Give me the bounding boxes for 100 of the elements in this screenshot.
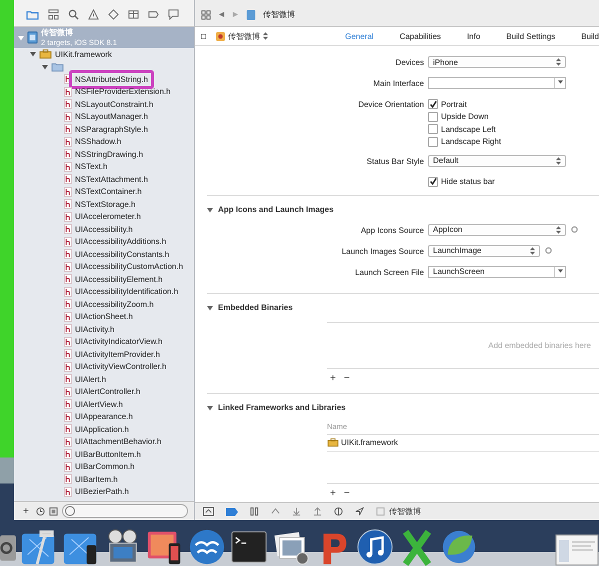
tag-icon[interactable] [148, 9, 159, 20]
file-name[interactable]: UIActivityViewController.h [75, 362, 166, 372]
file-name[interactable]: UIAlertView.h [75, 400, 123, 409]
file-name[interactable]: UIAccessibilityZoom.h [75, 300, 154, 309]
target-selector[interactable]: 传智微博 [216, 30, 268, 42]
remove-button[interactable]: − [340, 488, 353, 499]
popup-menu[interactable]: Default [428, 154, 566, 166]
location-arrow-icon[interactable] [355, 507, 364, 516]
grid-icon[interactable] [128, 9, 139, 20]
remove-button[interactable]: − [340, 373, 353, 384]
square-icon[interactable] [48, 506, 58, 516]
file-name[interactable]: NSShadow.h [75, 137, 122, 146]
tab[interactable]: Build Settings [506, 32, 556, 40]
file-name[interactable]: NSTextAttachment.h [75, 174, 148, 184]
filter-field[interactable] [62, 504, 188, 518]
search-icon[interactable] [68, 9, 79, 20]
file-name[interactable]: UIAlert.h [75, 374, 106, 384]
up-down-arrows-icon [556, 58, 561, 66]
file-name[interactable]: NSLayoutManager.h [75, 112, 148, 122]
file-name[interactable]: UIAccelerometer.h [75, 212, 141, 222]
section-title: Embedded Binaries [218, 303, 293, 312]
breadcrumb[interactable]: 传智微博 [263, 9, 295, 20]
file-name[interactable]: UIAccessibilityConstants.h [75, 250, 170, 259]
file-name[interactable]: NSAttributedString.h [75, 74, 148, 84]
file-name[interactable]: NSTextContainer.h [75, 187, 142, 196]
checkbox[interactable] [428, 99, 438, 109]
file-name[interactable]: UIApplication.h [75, 424, 129, 434]
tab[interactable]: Capabilities [400, 32, 441, 40]
diamond-icon[interactable] [108, 9, 119, 20]
file-name[interactable]: UIActivityItemProvider.h [75, 350, 160, 359]
add-button[interactable]: + [20, 506, 32, 516]
checkbox[interactable] [428, 124, 438, 134]
file-name[interactable]: UIAppearance.h [75, 412, 133, 422]
checkbox[interactable] [428, 112, 438, 122]
tab[interactable]: Info [466, 32, 480, 40]
breakpoint-icon[interactable] [226, 508, 238, 516]
header-file-icon [64, 286, 72, 297]
file-name[interactable]: UIAttachmentBehavior.h [75, 437, 162, 446]
seagull-icon[interactable] [188, 528, 226, 566]
field-label: App Icons Source [360, 226, 424, 234]
folder-icon[interactable] [26, 10, 39, 20]
file-name[interactable]: UIActivityIndicatorView.h [75, 337, 162, 346]
add-button[interactable]: + [327, 373, 339, 384]
file-name[interactable]: NSText.h [75, 162, 108, 172]
header-file-icon [64, 86, 72, 97]
header-file-icon [64, 462, 72, 472]
file-name[interactable]: NSLayoutConstraint.h [75, 100, 154, 109]
step-in-icon[interactable] [292, 507, 301, 516]
tab[interactable]: General [345, 32, 374, 40]
pause-icon[interactable] [250, 507, 259, 516]
file-name[interactable]: UIAccessibilityIdentification.h [75, 287, 178, 296]
back-arrow-icon[interactable] [218, 11, 225, 18]
disclosure-triangle[interactable] [207, 206, 213, 212]
file-name[interactable]: UIAccessibilityElement.h [75, 274, 163, 284]
clock-icon[interactable] [36, 506, 45, 516]
checkbox[interactable] [428, 176, 438, 186]
disclosure-triangle[interactable] [207, 304, 213, 310]
file-name[interactable]: UIAlertController.h [75, 387, 140, 396]
file-name[interactable]: NSTextStorage.h [75, 200, 136, 209]
file-name[interactable]: UIBarButtonItem.h [75, 450, 141, 459]
file-name[interactable]: UIActivity.h [75, 324, 114, 334]
file-name[interactable]: NSParagraphStyle.h [75, 124, 148, 134]
step-over-icon[interactable] [271, 507, 280, 516]
sidebar-toggle-icon[interactable] [201, 32, 206, 40]
circle-icon[interactable] [571, 226, 578, 233]
warning-icon[interactable] [88, 9, 99, 20]
table-cell[interactable]: UIKit.framework [341, 438, 398, 447]
file-name[interactable]: UIAccessibility.h [75, 224, 133, 234]
circle-icon[interactable] [545, 247, 552, 254]
popup-menu[interactable]: AppIcon [428, 224, 566, 236]
file-name[interactable]: UIAccessibilityAdditions.h [75, 237, 166, 246]
grid-icon[interactable] [201, 10, 211, 20]
file-name[interactable]: UIBarItem.h [75, 474, 118, 484]
file-name[interactable]: UIBarCommon.h [75, 462, 135, 472]
header-file-icon [64, 449, 72, 460]
file-name[interactable]: UIKit.framework [55, 50, 112, 59]
checkbox[interactable] [428, 136, 438, 146]
leaf-globe-icon[interactable] [440, 528, 478, 566]
popup-menu[interactable]: iPhone [428, 56, 566, 68]
hierarchy-icon[interactable] [48, 9, 59, 20]
view-debugger-icon[interactable] [334, 507, 343, 516]
file-name[interactable]: UIActionSheet.h [75, 312, 133, 322]
tab[interactable]: Build [581, 32, 599, 40]
disclosure-triangle[interactable] [207, 404, 213, 410]
file-name[interactable]: NSFileProviderExtension.h [75, 87, 171, 96]
file-name[interactable]: NSStringDrawing.h [75, 150, 144, 159]
window-thumbnail-icon[interactable] [555, 534, 599, 566]
disclosure-triangle[interactable] [42, 64, 48, 70]
music-note-icon[interactable] [356, 528, 394, 566]
add-button[interactable]: + [327, 488, 339, 499]
file-name[interactable]: UIAccessibilityCustomAction.h [75, 262, 184, 272]
step-out-icon[interactable] [313, 507, 322, 516]
header-file-icon [64, 212, 72, 222]
comment-icon[interactable] [168, 9, 179, 20]
frameworks-list[interactable]: UIKit.framework [327, 434, 599, 482]
combo-box[interactable]: LaunchScreen [428, 266, 566, 278]
console-icon[interactable] [203, 507, 214, 516]
disclosure-triangle[interactable] [30, 51, 36, 58]
popup-menu[interactable]: LaunchImage [428, 244, 540, 256]
file-name[interactable]: UIBezierPath.h [75, 487, 129, 496]
